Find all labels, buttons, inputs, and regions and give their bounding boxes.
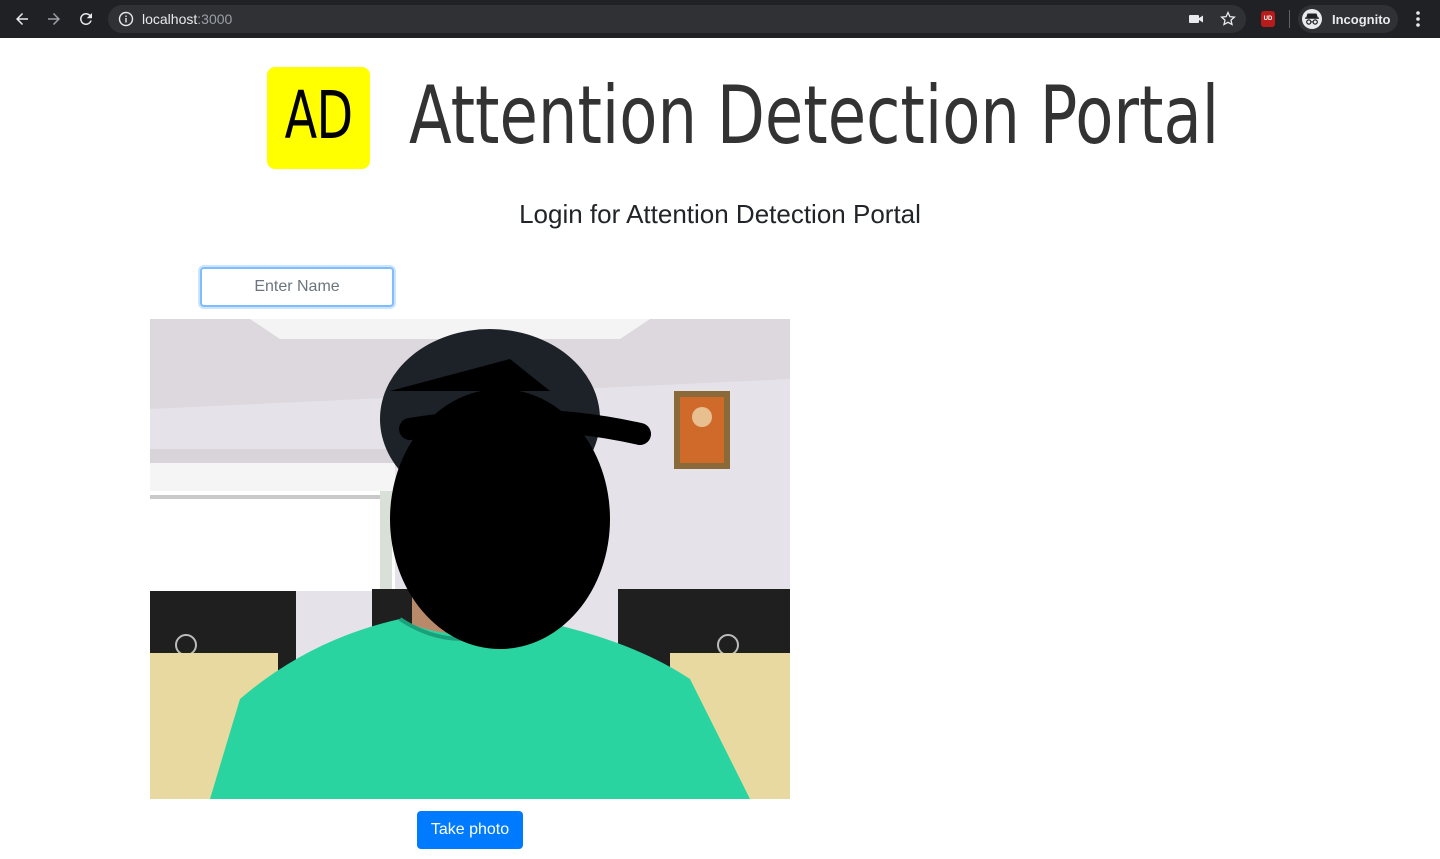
browser-toolbar: localhost:3000 UD Incognito <box>0 0 1440 38</box>
webcam-feed <box>150 319 790 799</box>
site-title: Attention Detection Portal <box>409 69 1220 162</box>
star-icon[interactable] <box>1220 11 1236 27</box>
info-icon[interactable] <box>118 11 134 27</box>
camera-icon[interactable] <box>1188 11 1204 27</box>
webcam-image <box>150 319 790 799</box>
incognito-icon <box>1302 9 1322 29</box>
take-photo-button[interactable]: Take photo <box>417 811 523 849</box>
site-header: AD Attention Detection Portal <box>267 67 1219 169</box>
logo-text: AD <box>284 77 353 154</box>
reload-icon[interactable] <box>74 7 98 31</box>
site-logo: AD <box>267 67 370 169</box>
toolbar-divider <box>1289 10 1290 28</box>
url-host: localhost <box>142 11 198 27</box>
profile-button[interactable]: Incognito <box>1298 5 1398 33</box>
url-port: :3000 <box>197 11 233 27</box>
extension-icon[interactable]: UD <box>1261 11 1275 27</box>
profile-label: Incognito <box>1332 12 1391 27</box>
forward-icon[interactable] <box>42 7 66 31</box>
more-menu-icon[interactable] <box>1408 8 1428 30</box>
name-input[interactable] <box>200 267 394 307</box>
login-heading: Login for Attention Detection Portal <box>519 199 921 229</box>
back-icon[interactable] <box>10 7 34 31</box>
url-text: localhost:3000 <box>142 11 232 27</box>
address-bar[interactable]: localhost:3000 <box>108 5 1246 33</box>
